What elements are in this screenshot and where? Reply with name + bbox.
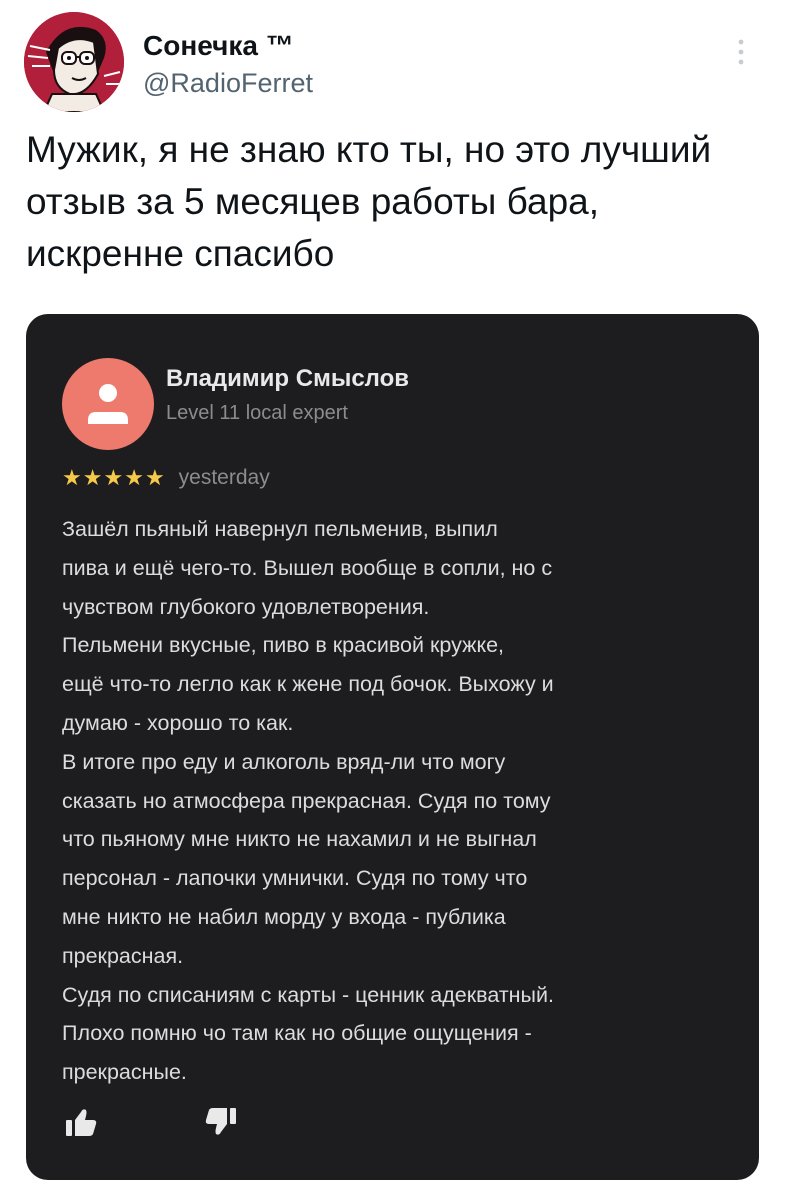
review-text-line: Судя по списаниям с карты - ценник адекв… [62,982,554,1007]
review-date: yesterday [178,466,270,489]
tweet-text: Мужик, я не знаю кто ты, но это лучший о… [26,124,766,280]
review-text-line: Плохо помню чо там как но общие ощущения… [62,1021,532,1046]
tweet-header: Сонечка ™ @RadioFerret [24,12,764,112]
reviewer-level: Level 11 local expert [166,402,348,424]
review-card-image[interactable]: Владимир Смыслов Level 11 local expert ★… [26,314,759,1180]
review-text-line: В итоге про еду и алкоголь вряд-ли что м… [62,749,506,774]
thumbs-up-icon [66,1109,97,1136]
tweet-text-line: Мужик, я не знаю кто ты, но это лучший [26,129,712,170]
review-text-line: прекрасная. [62,943,184,968]
review-text-line: думаю - хорошо то как. [62,710,294,735]
reviewer-avatar [62,358,154,450]
review-text-line: ещё что-то легло как к жене под бочок. В… [62,672,554,697]
review-text-line: Пельмени вкусные, пиво в красивой кружке… [62,633,505,658]
star-icon: ★ [82,465,103,490]
star-icon: ★ [144,465,165,490]
review-text-line: прекрасные. [62,1060,187,1085]
star-icon: ★ [124,465,144,490]
author-avatar[interactable] [24,12,124,112]
user-icon [88,384,128,424]
author-handle[interactable]: @RadioFerret [143,68,313,99]
author-avatar-illustration [24,12,124,112]
review-text-line: мне никто не набил морду у входа - публи… [62,904,506,929]
more-vertical-icon[interactable] [728,32,754,72]
review-text-line: что пьяному мне никто не нахамил и не вы… [62,827,537,852]
review-text-line: персонал - лапочки умнички. Судя по тому… [62,866,528,891]
review-text-line: сказать но атмосфера прекрасная. Судя по… [62,788,551,813]
tweet-text-line: искренне спасибо [26,233,335,274]
like-button[interactable] [64,1106,100,1140]
review-text-line: Зашёл пьяный навернул пельменив, выпил [62,517,498,541]
author-name[interactable]: Сонечка ™ [143,30,294,62]
thumbs-down-icon [205,1108,236,1135]
review-text: Зашёл пьяный навернул пельменив, выпил п… [62,510,752,1092]
tweet-text-line: отзыв за 5 месяцев работы бара, [26,181,600,222]
review-text-line: чувством глубокого удовлетворения. [62,594,430,619]
star-icon: ★ [62,465,82,490]
rating-row: ★ ★ ★ ★ ★ yesterday [62,462,270,494]
star-rating: ★ ★ ★ ★ ★ [62,467,165,489]
dislike-button[interactable] [202,1104,238,1138]
review-text-line: пива и ещё чего-то. Вышел вообще в сопли… [62,555,553,580]
star-icon: ★ [103,465,124,490]
reviewer-name: Владимир Смыслов [166,365,410,392]
